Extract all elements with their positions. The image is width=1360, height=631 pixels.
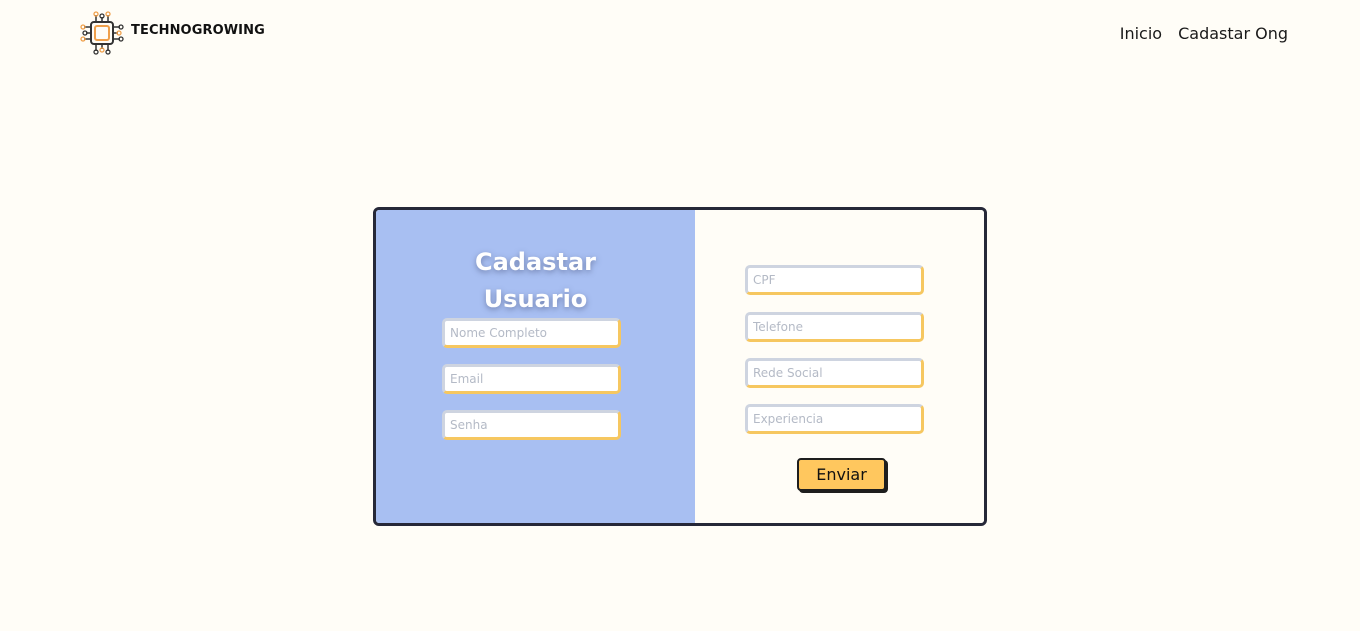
card-left-panel: Cadastar Usuario (376, 210, 695, 523)
nav-link-cadastar-ong[interactable]: Cadastar Ong (1178, 24, 1288, 43)
enviar-button[interactable]: Enviar (797, 458, 886, 491)
brand[interactable]: TECHNOGROWING (80, 11, 265, 55)
senha-input[interactable] (442, 410, 621, 440)
email-input[interactable] (442, 364, 621, 394)
rede-social-input[interactable] (745, 358, 924, 388)
experiencia-input[interactable] (745, 404, 924, 434)
nav-link-inicio[interactable]: Inicio (1120, 24, 1162, 43)
signup-card: Cadastar Usuario Enviar (373, 207, 987, 526)
circuit-chip-icon (80, 11, 124, 55)
cpf-input[interactable] (745, 265, 924, 295)
brand-name: TECHNOGROWING (131, 23, 265, 38)
form-title: Cadastar Usuario (376, 244, 695, 318)
telefone-input[interactable] (745, 312, 924, 342)
main-nav: Inicio Cadastar Ong (1120, 24, 1288, 43)
nome-completo-input[interactable] (442, 318, 621, 348)
form-title-line-1: Cadastar (475, 248, 596, 276)
header: TECHNOGROWING Inicio Cadastar Ong (0, 0, 1360, 70)
card-right-panel: Enviar (695, 210, 984, 523)
form-title-line-2: Usuario (483, 285, 588, 313)
